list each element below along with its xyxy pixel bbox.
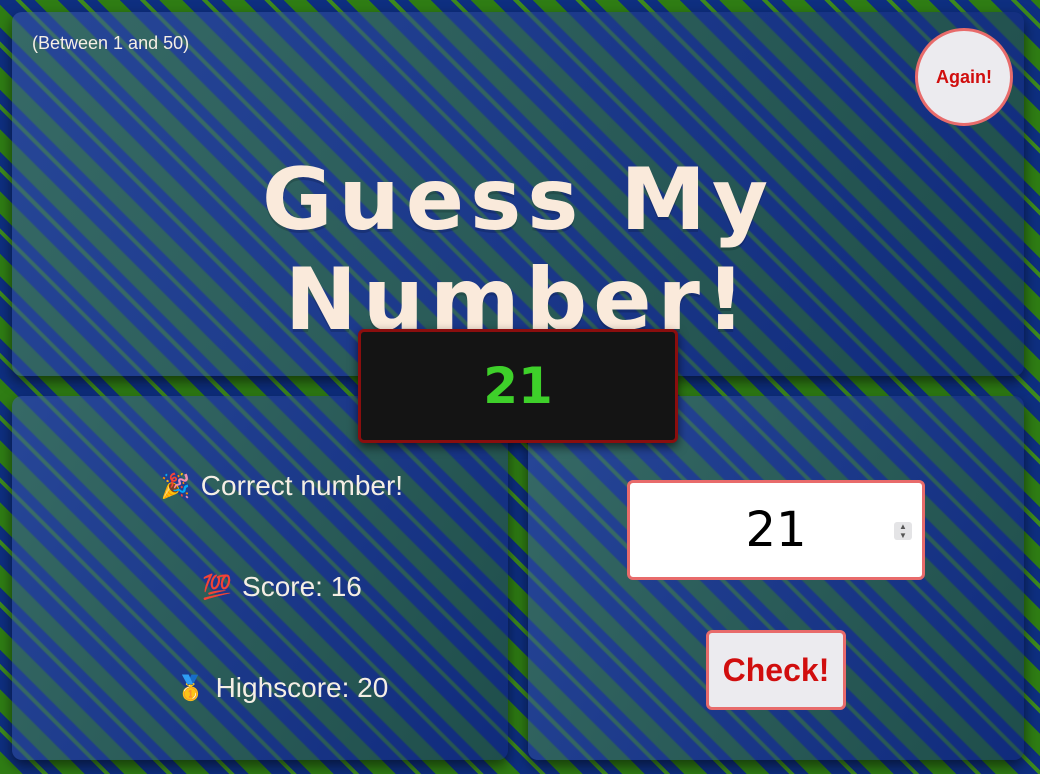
again-button[interactable]: Again!: [915, 28, 1013, 126]
medal-icon: 🥇: [175, 674, 206, 702]
highscore-line: 🥇 Highscore: 20: [12, 672, 552, 704]
page-title: Guess My Number!: [261, 150, 775, 350]
message-line: 🎉 Correct number!: [12, 470, 552, 502]
check-button[interactable]: Check!: [706, 630, 846, 710]
score-text: Score: 16: [242, 571, 362, 602]
range-hint: (Between 1 and 50): [32, 33, 190, 53]
guess-field: ▲▼: [627, 480, 925, 580]
number-stepper-icon[interactable]: ▲ ▼: [894, 522, 912, 540]
message-text: Correct number!: [200, 470, 404, 501]
highscore-text: Highscore: 20: [215, 672, 389, 703]
secret-number-display: 21: [358, 329, 678, 443]
guess-input[interactable]: [654, 501, 898, 559]
hundred-points-icon: 💯: [202, 573, 233, 601]
score-line: 💯 Score: 16: [12, 571, 552, 603]
party-popper-icon: 🎉: [160, 472, 191, 500]
